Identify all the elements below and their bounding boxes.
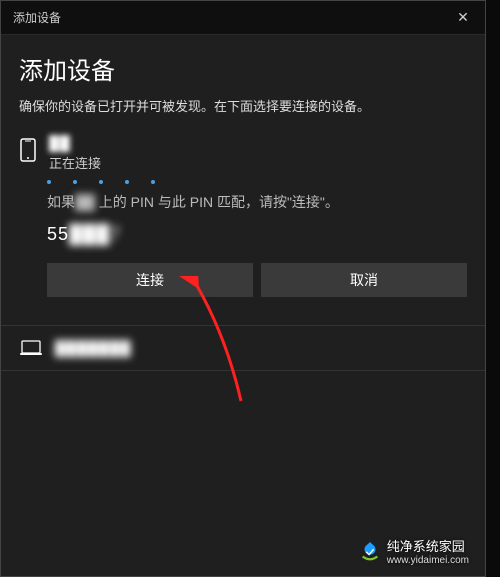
pin-value: 55███7 xyxy=(47,224,467,245)
close-button[interactable]: ✕ xyxy=(441,1,485,35)
pin-hidden: ███7 xyxy=(69,224,121,244)
pin-text-prefix: 如果 xyxy=(47,194,75,210)
titlebar: 添加设备 ✕ xyxy=(1,1,485,35)
other-device-name: ███████ xyxy=(55,340,131,356)
device-info: ██ 正在连接 xyxy=(49,135,467,172)
watermark-text: 纯净系统家园 xyxy=(387,536,469,555)
dialog-content: 添加设备 确保你的设备已打开并可被发现。在下面选择要连接的设备。 ██ 正在连接… xyxy=(1,35,485,383)
phone-icon xyxy=(19,137,37,163)
watermark: 纯净系统家园 www.yidaimei.com xyxy=(359,536,469,566)
cancel-button[interactable]: 取消 xyxy=(261,263,467,297)
pin-visible: 55 xyxy=(47,224,69,244)
laptop-icon xyxy=(19,338,43,358)
dialog-heading: 添加设备 xyxy=(19,51,467,86)
watermark-logo-icon xyxy=(359,540,381,562)
button-row: 连接 取消 xyxy=(47,263,467,297)
pin-text-suffix: 上的 PIN 与此 PIN 匹配，请按"连接"。 xyxy=(95,194,339,210)
loading-dots xyxy=(47,180,467,184)
titlebar-title: 添加设备 xyxy=(13,9,441,26)
pin-instruction: 如果██ 上的 PIN 与此 PIN 匹配，请按"连接"。 xyxy=(47,192,467,212)
watermark-url: www.yidaimei.com xyxy=(387,555,469,566)
device-name: ██ xyxy=(49,135,467,151)
device-status: 正在连接 xyxy=(49,153,467,172)
device-row[interactable]: ██ 正在连接 xyxy=(19,135,467,172)
close-icon: ✕ xyxy=(457,9,469,26)
add-device-dialog: 添加设备 ✕ 添加设备 确保你的设备已打开并可被发现。在下面选择要连接的设备。 … xyxy=(0,0,486,577)
dialog-subheading: 确保你的设备已打开并可被发现。在下面选择要连接的设备。 xyxy=(19,96,467,115)
connect-button[interactable]: 连接 xyxy=(47,263,253,297)
other-device-row[interactable]: ███████ xyxy=(1,325,485,371)
